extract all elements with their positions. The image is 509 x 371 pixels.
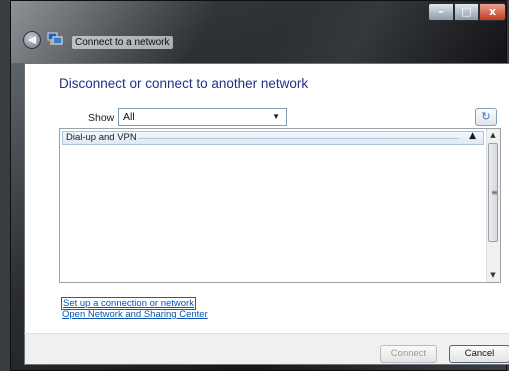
cancel-button[interactable]: Cancel	[449, 345, 509, 363]
refresh-icon: ↻	[481, 110, 491, 123]
show-filter-select[interactable]: All ▼	[118, 108, 287, 126]
open-network-center-link[interactable]: Open Network and Sharing Center	[62, 309, 208, 320]
maximize-icon: □	[461, 5, 472, 18]
show-filter-value: All	[123, 111, 135, 123]
maximize-button[interactable]: □	[454, 3, 479, 21]
close-icon: x	[488, 5, 497, 18]
list-scrollbar[interactable]: ▲ ≡ ▼	[486, 129, 500, 282]
window-title: Connect to a network	[72, 36, 173, 49]
scroll-down-icon[interactable]: ▼	[487, 269, 499, 282]
group-divider	[138, 138, 459, 139]
refresh-button[interactable]: ↻	[475, 108, 497, 126]
scroll-up-icon[interactable]: ▲	[487, 129, 499, 142]
grip-icon: ≡	[491, 188, 498, 197]
show-label: Show	[88, 112, 115, 124]
scrollbar-thumb[interactable]: ≡	[488, 143, 498, 242]
main-panel: Disconnect or connect to another network…	[24, 63, 509, 333]
button-bar: Connect Cancel	[24, 333, 509, 365]
title-bar: – □ x ◀ Connect to a network	[11, 1, 506, 63]
network-icon	[47, 32, 63, 45]
network-list[interactable]: Dial-up and VPN ▲ ▲ ≡ ▼	[59, 128, 501, 283]
connect-button[interactable]: Connect	[380, 345, 437, 363]
minimize-button[interactable]: –	[428, 3, 454, 21]
close-button[interactable]: x	[479, 3, 506, 21]
group-header-dialup-vpn[interactable]: Dial-up and VPN ▲	[62, 131, 484, 145]
collapse-icon[interactable]: ▲	[469, 131, 476, 141]
connect-to-network-window: – □ x ◀ Connect to a network Disconnect …	[10, 0, 509, 371]
page-title: Disconnect or connect to another network	[59, 76, 309, 91]
back-button[interactable]: ◀	[23, 31, 41, 49]
back-arrow-icon: ◀	[27, 33, 37, 46]
chevron-down-icon: ▼	[272, 112, 280, 121]
group-label: Dial-up and VPN	[66, 132, 137, 143]
minimize-icon: –	[438, 5, 444, 18]
